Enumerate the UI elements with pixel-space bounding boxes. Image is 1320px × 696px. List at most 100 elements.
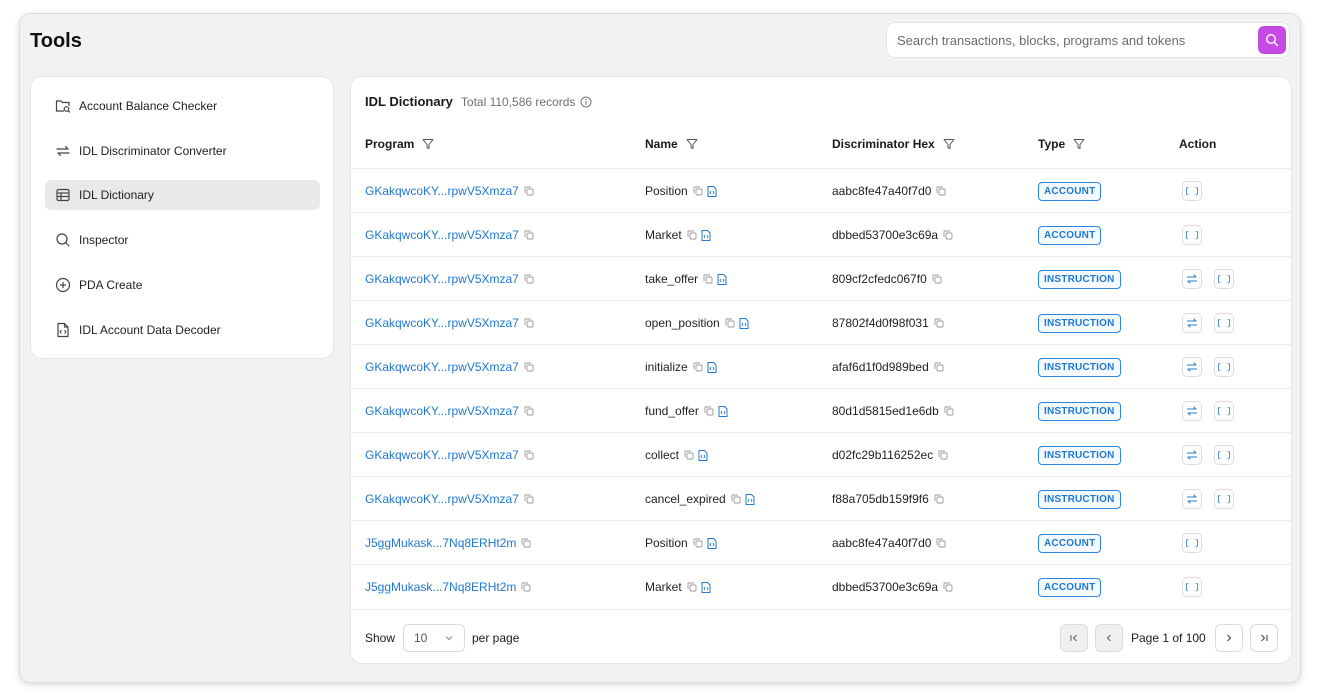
hex-cell: 809cf2cfedc067f0 [832,257,942,301]
program-link[interactable]: J5ggMukask...7Nq8ERHt2m [365,580,516,594]
view-json-button[interactable]: { } [1182,225,1202,245]
filter-icon[interactable] [1073,138,1085,150]
sidebar-item-label: IDL Dictionary [79,188,154,202]
view-json-button[interactable]: { } [1182,181,1202,201]
copy-icon[interactable] [693,362,703,372]
page-size-select[interactable]: 10 [403,624,465,652]
last-page-button[interactable] [1250,624,1278,652]
copy-icon[interactable] [934,318,944,328]
type-badge: INSTRUCTION [1038,313,1121,333]
view-json-button[interactable]: { } [1182,533,1202,553]
file-code-icon[interactable] [718,405,728,417]
column-header-discriminator-hex: Discriminator Hex [832,137,955,151]
program-link[interactable]: GKakqwcoKY...rpwV5Xmza7 [365,448,519,462]
view-json-button[interactable]: { } [1214,313,1234,333]
filter-icon[interactable] [422,138,434,150]
sidebar-item-idl-dictionary[interactable]: IDL Dictionary [45,180,320,210]
convert-button[interactable] [1182,445,1202,465]
copy-icon[interactable] [731,494,741,504]
sidebar-item-idl-account-data-decoder[interactable]: IDL Account Data Decoder [45,315,320,345]
copy-icon[interactable] [521,582,531,592]
search-input[interactable] [897,23,1252,57]
sidebar-item-idl-discriminator-converter[interactable]: IDL Discriminator Converter [45,136,320,166]
program-link[interactable]: J5ggMukask...7Nq8ERHt2m [365,536,516,550]
view-json-button[interactable]: { } [1214,269,1234,289]
convert-button[interactable] [1182,313,1202,333]
convert-button[interactable] [1182,489,1202,509]
copy-icon[interactable] [936,186,946,196]
type-cell: ACCOUNT [1038,521,1102,565]
name-cell: Position [645,521,717,565]
file-code-icon[interactable] [698,449,708,461]
copy-icon[interactable] [687,230,697,240]
view-json-button[interactable]: { } [1214,445,1234,465]
file-code-icon[interactable] [701,229,711,241]
copy-icon[interactable] [524,362,534,372]
copy-icon[interactable] [524,230,534,240]
sidebar-item-label: Account Balance Checker [79,99,218,113]
convert-button[interactable] [1182,401,1202,421]
program-link[interactable]: GKakqwcoKY...rpwV5Xmza7 [365,316,519,330]
file-code-icon[interactable] [707,537,717,549]
copy-icon[interactable] [693,186,703,196]
copy-icon[interactable] [524,274,534,284]
program-cell: GKakqwcoKY...rpwV5Xmza7 [365,389,534,433]
convert-button[interactable] [1182,357,1202,377]
view-json-button[interactable]: { } [1182,577,1202,597]
copy-icon[interactable] [684,450,694,460]
program-link[interactable]: GKakqwcoKY...rpwV5Xmza7 [365,360,519,374]
prev-page-button[interactable] [1095,624,1123,652]
copy-icon[interactable] [524,494,534,504]
program-link[interactable]: GKakqwcoKY...rpwV5Xmza7 [365,184,519,198]
file-code-icon[interactable] [707,361,717,373]
first-page-button[interactable] [1060,624,1088,652]
name-cell: Market [645,565,711,609]
copy-icon[interactable] [524,406,534,416]
chevron-right-icon [1227,634,1232,642]
copy-icon[interactable] [725,318,735,328]
copy-icon[interactable] [943,582,953,592]
copy-icon[interactable] [704,406,714,416]
copy-icon[interactable] [703,274,713,284]
hex-cell: aabc8fe47a40f7d0 [832,521,946,565]
search-bar[interactable] [886,22,1290,58]
view-json-button[interactable]: { } [1214,401,1234,421]
convert-button[interactable] [1182,269,1202,289]
action-cell: { } [1182,257,1246,301]
view-json-button[interactable]: { } [1214,357,1234,377]
sidebar-item-pda-create[interactable]: PDA Create [45,270,320,300]
copy-icon[interactable] [693,538,703,548]
copy-icon[interactable] [524,318,534,328]
next-page-button[interactable] [1215,624,1243,652]
copy-icon[interactable] [936,538,946,548]
file-code-icon[interactable] [739,317,749,329]
program-link[interactable]: GKakqwcoKY...rpwV5Xmza7 [365,272,519,286]
copy-icon[interactable] [687,582,697,592]
type-badge: INSTRUCTION [1038,357,1121,377]
program-link[interactable]: GKakqwcoKY...rpwV5Xmza7 [365,228,519,242]
copy-icon[interactable] [524,450,534,460]
filter-icon[interactable] [943,138,955,150]
copy-icon[interactable] [934,494,944,504]
file-code-icon[interactable] [717,273,727,285]
filter-icon[interactable] [686,138,698,150]
copy-icon[interactable] [524,186,534,196]
search-button[interactable] [1258,26,1286,54]
file-code-icon[interactable] [701,581,711,593]
file-code-icon[interactable] [745,493,755,505]
info-icon[interactable] [580,96,592,108]
copy-icon[interactable] [521,538,531,548]
copy-icon[interactable] [943,230,953,240]
file-code-icon[interactable] [707,185,717,197]
hex-text: 80d1d5815ed1e6db [832,404,939,418]
copy-icon[interactable] [944,406,954,416]
sidebar-item-inspector[interactable]: Inspector [45,225,320,255]
program-link[interactable]: GKakqwcoKY...rpwV5Xmza7 [365,492,519,506]
view-json-button[interactable]: { } [1214,489,1234,509]
sidebar-item-account-balance-checker[interactable]: Account Balance Checker [45,91,320,121]
name-cell: fund_offer [645,389,728,433]
copy-icon[interactable] [938,450,948,460]
program-link[interactable]: GKakqwcoKY...rpwV5Xmza7 [365,404,519,418]
copy-icon[interactable] [934,362,944,372]
copy-icon[interactable] [932,274,942,284]
